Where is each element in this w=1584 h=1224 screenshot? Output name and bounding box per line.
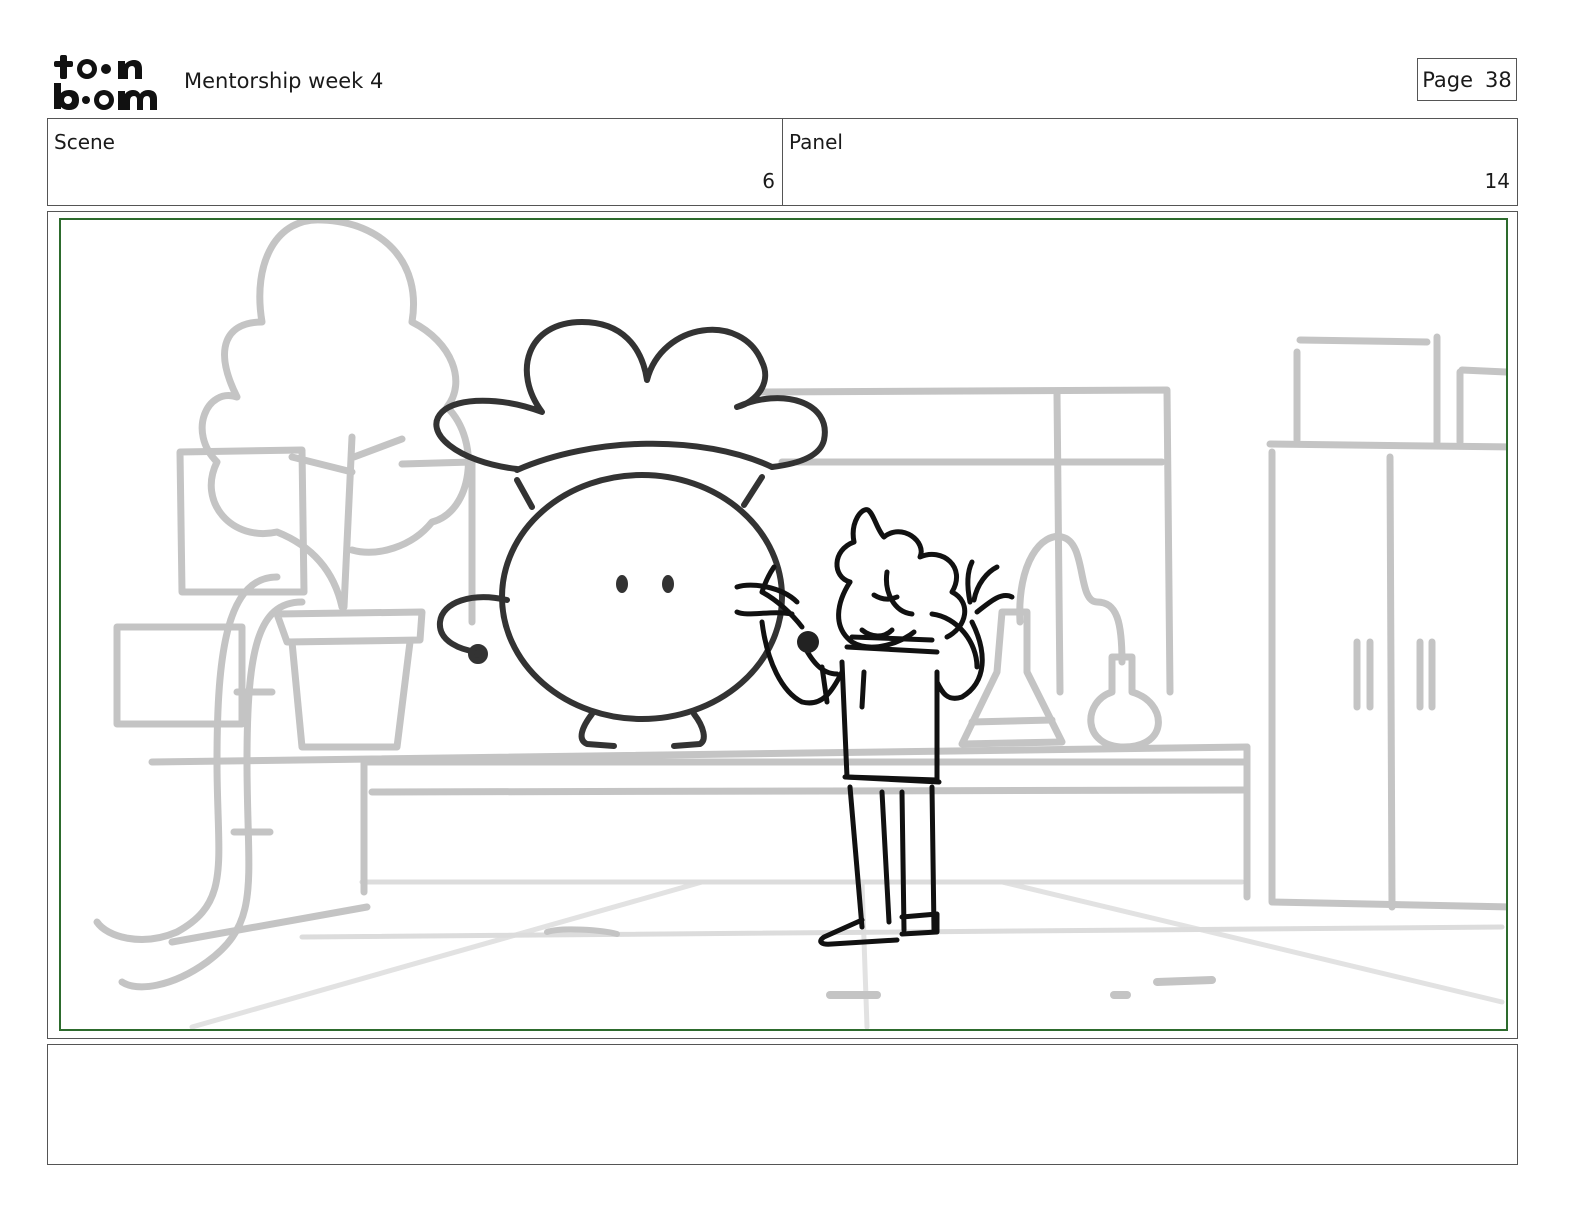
toon-boom-logo [51,52,163,110]
scene-cell: Scene 6 [48,119,782,205]
storyboard-panel-drawing [59,218,1508,1031]
page-indicator: Page 38 [1417,58,1517,101]
page-number: 38 [1485,67,1512,92]
scene-panel-info: Scene 6 Panel 14 [47,118,1518,206]
project-title: Mentorship week 4 [184,69,384,93]
panel-label: Panel [789,130,843,154]
panel-cell: Panel 14 [782,119,1517,205]
scene-label: Scene [54,130,115,154]
panel-notes-box [47,1044,1518,1165]
scene-number: 6 [762,169,775,193]
chef-eyes [616,575,674,593]
prop-mark [797,631,819,653]
page-label: Page [1422,67,1474,92]
panel-number: 14 [1484,169,1510,193]
chef-character [433,319,828,749]
